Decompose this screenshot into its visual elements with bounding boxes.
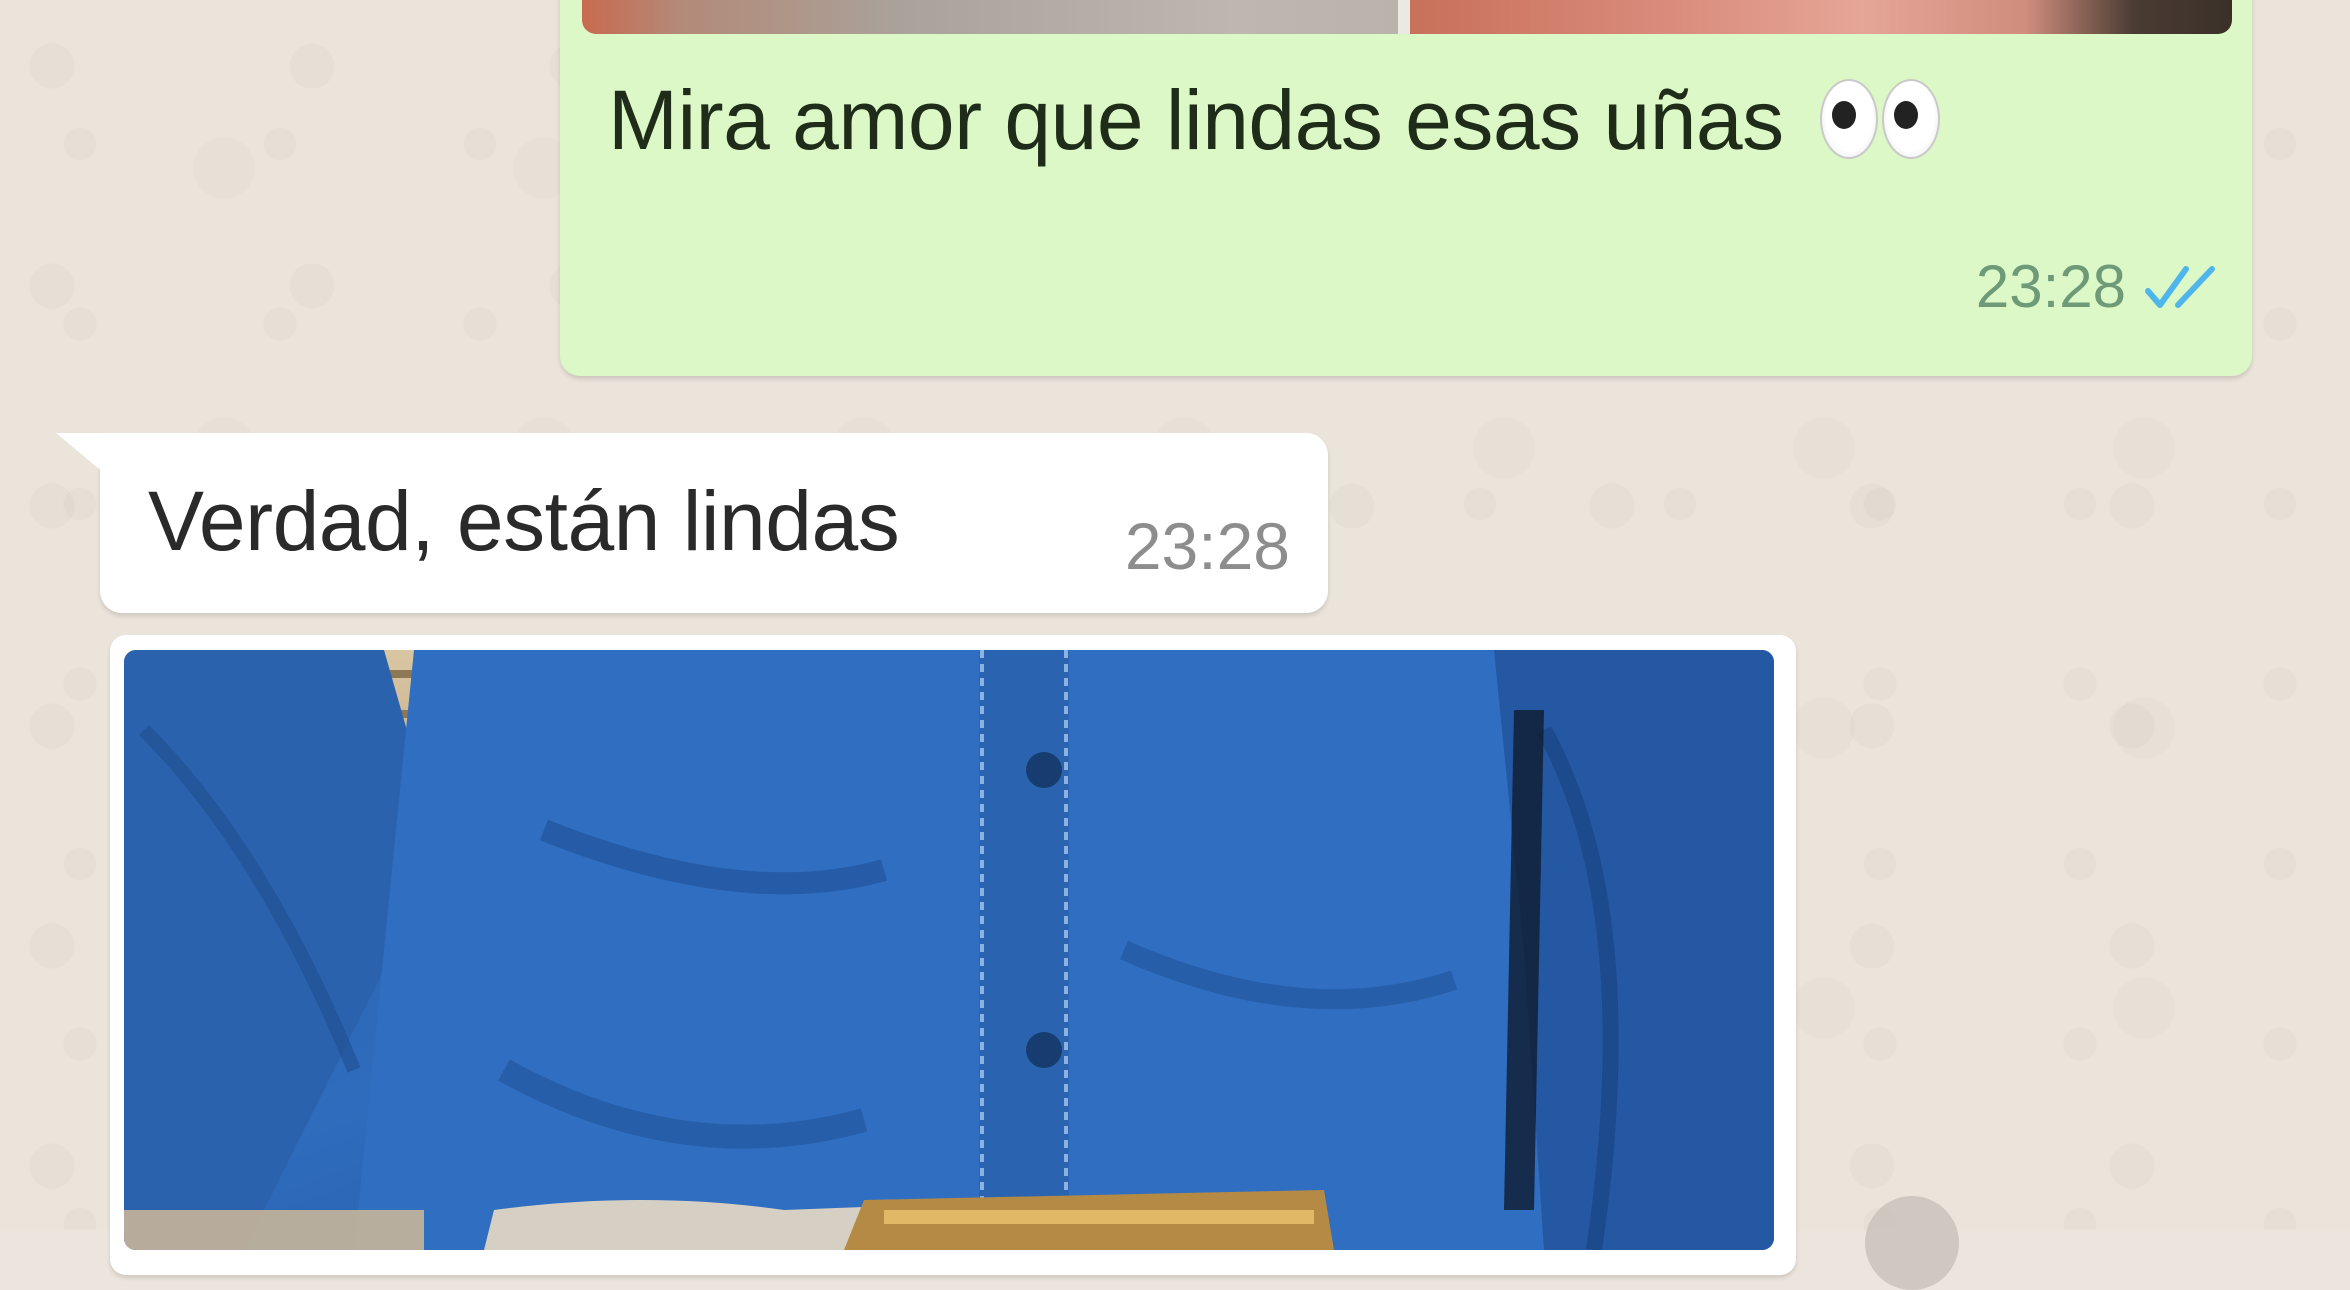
message-timestamp: 23:28 [1124, 509, 1290, 583]
image-right-part [1410, 0, 2232, 34]
bubble-tail [56, 433, 104, 473]
message-caption: Mira amor que lindas esas uñas [608, 73, 1784, 167]
scroll-down-button[interactable] [1865, 1196, 1959, 1290]
message-meta: 23:28 [1976, 252, 2232, 321]
image-divider [1398, 0, 1410, 34]
message-timestamp: 23:28 [1975, 253, 2126, 320]
outgoing-image-thumbnail[interactable] [582, 0, 2232, 34]
outgoing-message-bubble[interactable]: Mira amor que lindas esas uñas 23:28 [560, 0, 2252, 376]
incoming-message-text: Verdad, están lindas [148, 474, 900, 568]
eyes-emoji-icon [1820, 79, 1941, 159]
double-check-icon [2145, 265, 2215, 308]
incoming-image[interactable] [124, 650, 1774, 1250]
incoming-image-bubble[interactable] [110, 635, 1796, 1275]
outgoing-message-text: Mira amor que lindas esas uñas [608, 72, 1941, 169]
incoming-message-bubble[interactable]: Verdad, están lindas 23:28 [56, 433, 1328, 613]
denim-shirt-photo [124, 650, 1774, 1250]
image-left-part [582, 0, 1398, 34]
